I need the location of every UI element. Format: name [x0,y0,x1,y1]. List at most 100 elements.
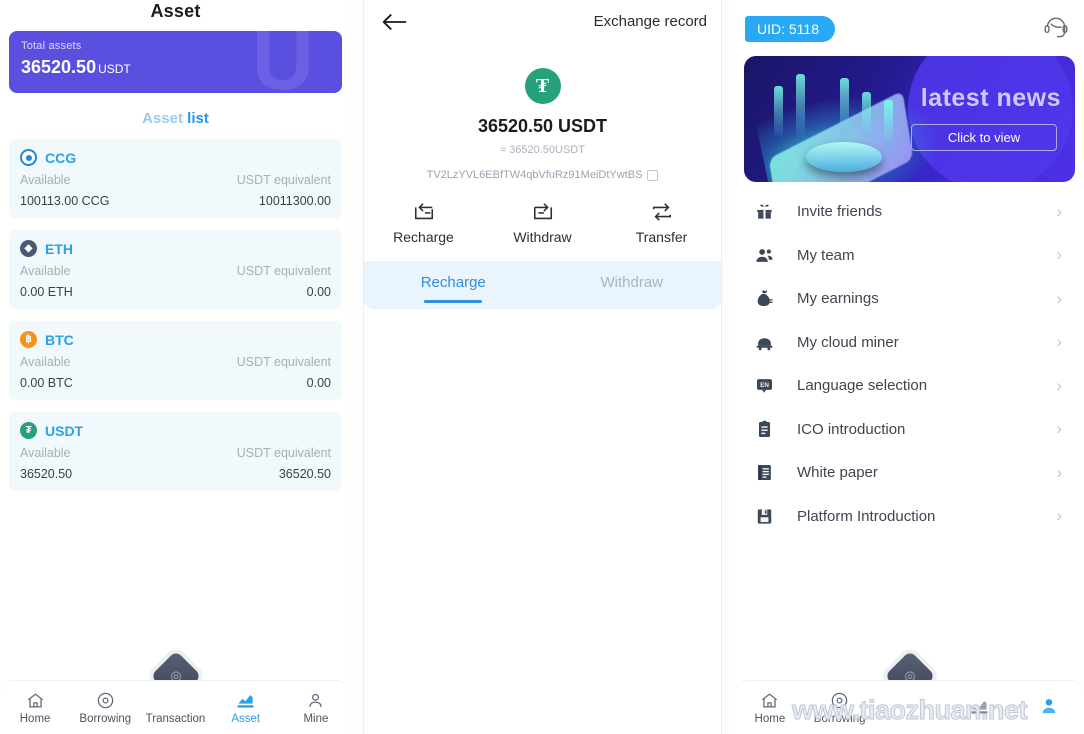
coin-card-btc[interactable]: ฿ BTC Available USDT equivalent 0.00 BTC… [9,321,342,400]
recharge-icon [364,199,483,225]
transaction-icon [140,690,210,710]
asset-list-heading-part1: Asset [142,110,183,127]
eth-coin-icon: ◆ [20,240,37,257]
page-title: Asset [150,1,201,21]
transfer-button[interactable]: Transfer [602,199,721,245]
mine-person-icon [1014,696,1084,716]
tab-asset[interactable] [944,696,1014,719]
total-assets-unit: USDT [98,62,131,76]
tab-borrowing[interactable]: Borrowing [805,690,875,725]
ccg-coin-icon [20,149,37,166]
action-label: Transfer [635,229,688,245]
menu-item-ico-introduction[interactable]: ICO introduction › [735,408,1084,452]
chevron-right-icon: › [1056,245,1062,265]
menu-label: My team [797,246,855,264]
tab-transaction[interactable] [875,696,945,719]
recharge-button[interactable]: Recharge [364,199,483,245]
usdt-coin-icon: ₮ [20,422,37,439]
banner-bar [774,86,783,136]
equivalent-value: 0.00 [306,285,331,299]
coin-labels-row: Available USDT equivalent [20,264,331,278]
recharge-withdraw-tabs: Recharge Withdraw [364,261,721,309]
menu-item-white-paper[interactable]: White paper › [735,451,1084,495]
tab-mine[interactable]: Mine [281,690,351,725]
coin-card-ccg[interactable]: CCG Available USDT equivalent 100113.00 … [9,139,342,218]
available-label: Available [20,355,71,369]
back-arrow-icon[interactable] [380,11,408,33]
withdraw-icon [483,199,602,225]
banner-disc [806,142,882,172]
menu-item-language-selection[interactable]: EN Language selection › [735,364,1084,408]
available-value: 0.00 BTC [20,376,73,390]
coin-header: ◆ ETH [20,240,331,257]
available-value: 36520.50 [20,467,73,481]
chevron-right-icon: › [1056,201,1062,221]
tab-label: Home [19,713,51,725]
mine-menu: Invite friends › My team › My earnings › [735,190,1084,538]
coin-header: ₮ USDT [20,422,331,439]
asset-list-heading: Asset list [0,110,351,127]
wallet-address: TV2LzYVL6EBfTW4qbVfuRz91MeiDtYwtBS [426,169,643,181]
svg-text:EN: EN [760,382,769,389]
withdraw-button[interactable]: Withdraw [483,199,602,245]
wallet-address-row[interactable]: TV2LzYVL6EBfTW4qbVfuRz91MeiDtYwtBS [364,169,721,181]
coin-labels-row: Available USDT equivalent [20,355,331,369]
banner-title: latest news [920,84,1061,112]
banner-bar [862,92,871,138]
tab-home[interactable]: Home [735,690,805,725]
available-label: Available [20,446,71,460]
menu-item-invite-friends[interactable]: Invite friends › [735,190,1084,234]
coin-card-usdt[interactable]: ₮ USDT Available USDT equivalent 36520.5… [9,412,342,491]
tab-label: Transaction [145,713,206,725]
team-icon [755,246,777,265]
tab-withdraw[interactable]: Withdraw [543,261,722,309]
menu-item-my-cloud-miner[interactable]: My cloud miner › [735,321,1084,365]
available-value: 100113.00 CCG [20,194,110,208]
action-buttons: Recharge Withdraw Transfer [364,199,721,245]
menu-label: White paper [797,464,878,482]
middle-header: Exchange record [364,0,721,46]
total-assets-card: U Total assets 36520.50 USDT [9,31,342,93]
tab-mine[interactable] [1014,696,1084,719]
total-assets-amount: 36520.50 [21,57,97,77]
equivalent-label: USDT equivalent [236,264,331,278]
coin-card-eth[interactable]: ◆ ETH Available USDT equivalent 0.00 ETH… [9,230,342,309]
chevron-right-icon: › [1056,419,1062,439]
menu-item-my-team[interactable]: My team › [735,234,1084,278]
coin-symbol: USDT [45,422,84,439]
menu-item-my-earnings[interactable]: My earnings › [735,277,1084,321]
customer-service-icon[interactable] [1042,14,1070,42]
tab-label: Borrowing [813,713,866,725]
equivalent-label: USDT equivalent [236,446,331,460]
btc-coin-icon: ฿ [20,331,37,348]
copy-icon[interactable] [647,169,659,181]
usdt-watermark-u: U [251,31,314,93]
bottom-tabbar: Home Borrowing [735,680,1084,734]
banner-bar [840,78,849,136]
chevron-right-icon: › [1056,332,1062,352]
tab-home[interactable]: Home [0,690,70,725]
tab-asset[interactable]: Asset [211,690,281,725]
transfer-icon [602,199,721,225]
tab-transaction[interactable]: Transaction [140,690,210,725]
equivalent-value: 0.00 [306,376,331,390]
menu-item-platform-introduction[interactable]: Platform Introduction › [735,495,1084,539]
tab-label: Home [754,713,786,725]
usdt-icon: ₮ [524,68,561,104]
mine-panel: UID: 5118 latest news Click to view Invi… [735,0,1084,734]
tab-recharge[interactable]: Recharge [364,261,543,309]
asset-list-heading-part2: list [187,110,209,127]
gift-icon [755,202,777,221]
equivalent-label: USDT equivalent [236,355,331,369]
chevron-right-icon: › [1056,375,1062,395]
coin-values-row: 100113.00 CCG 10011300.00 [20,194,331,208]
menu-label: My earnings [797,290,879,308]
tab-borrowing[interactable]: Borrowing [70,690,140,725]
balance-approx: ≈ 36520.50USDT [500,144,585,156]
banner-click-to-view-button[interactable]: Click to view [911,124,1057,151]
menu-label: ICO introduction [797,420,906,438]
borrowing-icon [70,690,140,710]
white-paper-icon [755,463,777,482]
latest-news-banner[interactable]: latest news Click to view [744,56,1075,182]
menu-label: My cloud miner [797,333,899,351]
